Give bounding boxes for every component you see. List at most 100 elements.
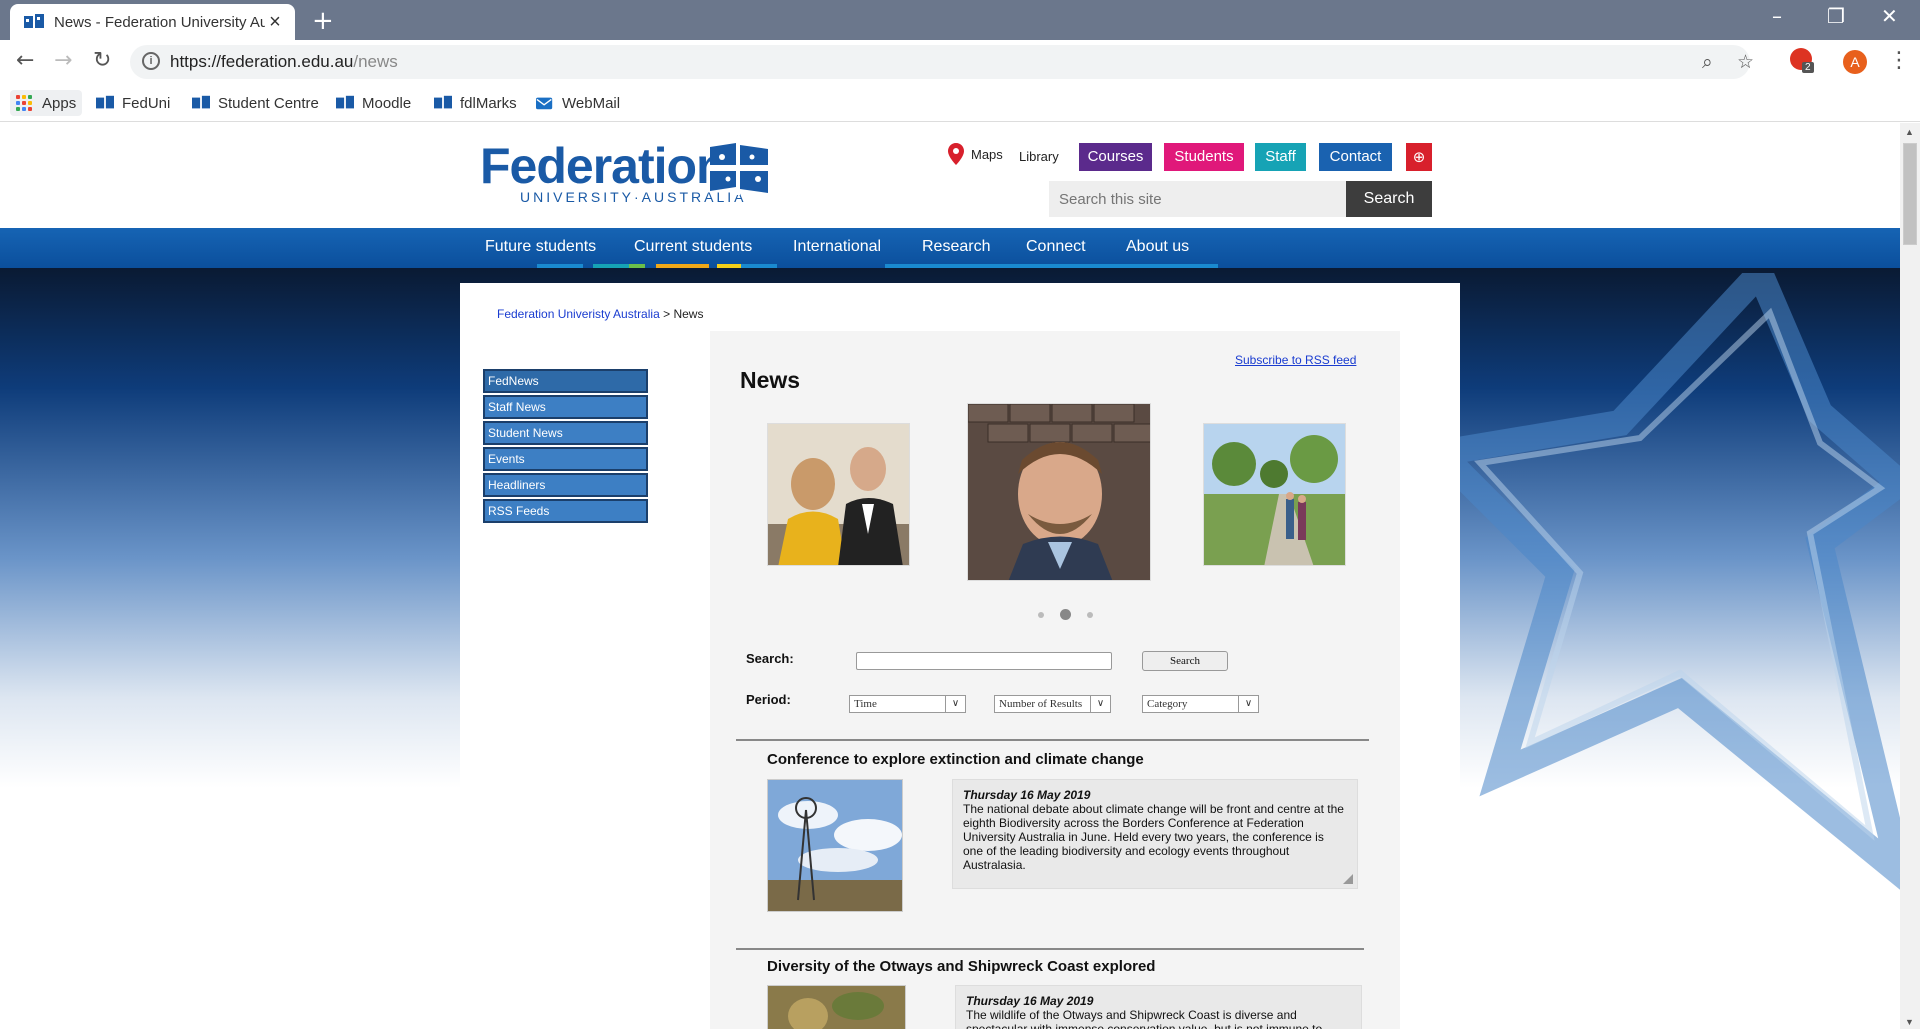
southern-cross-flag-icon — [708, 143, 770, 195]
news-search-button[interactable]: Search — [1142, 651, 1228, 671]
staff-button[interactable]: Staff — [1255, 143, 1306, 171]
scroll-down-icon[interactable]: ▼ — [1905, 1017, 1914, 1027]
fed-favicon-icon — [192, 95, 210, 109]
page-title: News — [740, 367, 801, 393]
main-nav: Future students Current students Interna… — [0, 228, 1900, 268]
article-title[interactable]: Conference to explore extinction and cli… — [767, 751, 1144, 768]
side-nav: FedNews Staff News Student News Events H… — [483, 369, 648, 525]
back-icon[interactable]: ← — [16, 48, 34, 73]
article-thumbnail[interactable] — [767, 779, 903, 912]
nav-current-students[interactable]: Current students — [634, 238, 752, 256]
breadcrumb: Federation Univeristy Australia > News — [497, 307, 703, 321]
close-window-icon[interactable]: ✕ — [1881, 4, 1898, 28]
bookmark-fdlmarks[interactable]: fdlMarks — [434, 90, 517, 116]
restore-icon[interactable]: ❐ — [1827, 4, 1845, 28]
sidenav-staff-news[interactable]: Staff News — [483, 395, 648, 419]
bookmark-student-centre[interactable]: Student Centre — [192, 90, 319, 116]
chevron-down-icon: ∨ — [945, 696, 965, 712]
zoom-icon[interactable]: ⌕ — [1702, 51, 1713, 73]
url-path: /news — [353, 52, 398, 71]
fed-favicon-icon — [336, 95, 354, 109]
windmill-photo — [768, 780, 902, 911]
bookmark-feduni[interactable]: FedUni — [96, 90, 170, 116]
mail-icon — [536, 97, 553, 110]
new-tab-button[interactable]: + — [312, 6, 334, 36]
sidenav-headliners[interactable]: Headliners — [483, 473, 648, 497]
browser-toolbar: ← → ↻ i https://federation.edu.au/news ⌕… — [0, 40, 1920, 84]
news-panel: Subscribe to RSS feed News Search: Searc… — [710, 331, 1400, 1029]
browser-menu-icon[interactable]: ⋮ — [1888, 48, 1910, 73]
nav-future-students[interactable]: Future students — [485, 238, 596, 256]
carousel-dot[interactable] — [1087, 611, 1093, 618]
page-scrollbar[interactable]: ▲ ▼ — [1900, 123, 1920, 1029]
bookmark-apps[interactable]: Apps — [10, 90, 83, 116]
resize-grip-icon[interactable] — [1343, 874, 1353, 884]
sidenav-fednews[interactable]: FedNews — [483, 369, 648, 393]
reload-icon[interactable]: ↻ — [93, 48, 111, 73]
divider — [736, 948, 1364, 950]
nav-research[interactable]: Research — [922, 238, 990, 256]
results-select[interactable]: Number of Results ∨ — [994, 695, 1111, 713]
category-select[interactable]: Category ∨ — [1142, 695, 1259, 713]
library-link[interactable]: Library — [1019, 149, 1059, 164]
globe-icon[interactable]: ⊕ — [1406, 143, 1432, 171]
logo-subtitle: UNIVERSITY·AUSTRALIA — [520, 189, 747, 205]
carousel-photo — [1204, 424, 1345, 565]
carousel-photo — [768, 424, 909, 565]
fed-favicon-icon — [96, 95, 114, 109]
breadcrumb-root[interactable]: Federation Univeristy Australia — [497, 307, 660, 321]
site-search-button[interactable]: Search — [1346, 181, 1432, 217]
time-select[interactable]: Time ∨ — [849, 695, 966, 713]
news-search-input[interactable] — [856, 652, 1112, 670]
chevron-down-icon: ∨ — [1238, 696, 1258, 712]
maps-link[interactable]: Maps — [948, 143, 1003, 165]
bookmark-moodle[interactable]: Moodle — [336, 90, 411, 116]
scrollbar-thumb[interactable] — [1903, 143, 1917, 245]
content-card: Federation Univeristy Australia > News F… — [460, 283, 1460, 1029]
minimize-icon[interactable]: – — [1772, 4, 1782, 28]
article-summary: Thursday 16 May 2019 The wildlife of the… — [955, 985, 1362, 1029]
nav-connect[interactable]: Connect — [1026, 238, 1086, 256]
profile-avatar[interactable]: A — [1843, 50, 1867, 74]
divider — [736, 739, 1369, 741]
carousel-image-3[interactable] — [1203, 423, 1346, 566]
article-date: Thursday 16 May 2019 — [963, 788, 1091, 802]
site-search-input[interactable] — [1049, 181, 1346, 217]
browser-tab[interactable]: News - Federation University Aus × — [10, 4, 295, 40]
browser-tab-bar: News - Federation University Aus × + – ❐… — [0, 0, 1920, 40]
carousel-image-2[interactable] — [967, 403, 1151, 581]
contact-button[interactable]: Contact — [1319, 143, 1392, 171]
sidenav-events[interactable]: Events — [483, 447, 648, 471]
article-text: The national debate about climate change… — [963, 802, 1344, 872]
maps-label: Maps — [971, 146, 1003, 162]
fed-logo[interactable]: Federation UNIVERSITY·AUSTRALIA — [480, 141, 746, 205]
students-button[interactable]: Students — [1164, 143, 1244, 171]
bookmark-webmail[interactable]: WebMail — [536, 90, 620, 116]
nav-international[interactable]: International — [793, 238, 881, 256]
article-text: The wildlife of the Otways and Shipwreck… — [966, 1008, 1323, 1029]
sidenav-student-news[interactable]: Student News — [483, 421, 648, 445]
close-tab-icon[interactable]: × — [265, 11, 285, 34]
carousel-image-1[interactable] — [767, 423, 910, 566]
carousel-dot-active[interactable] — [1060, 609, 1071, 620]
select-value: Category — [1147, 698, 1188, 710]
article-title[interactable]: Diversity of the Otways and Shipwreck Co… — [767, 958, 1155, 975]
nav-about-us[interactable]: About us — [1126, 238, 1189, 256]
chevron-down-icon: ∨ — [1090, 696, 1110, 712]
fed-favicon-icon — [24, 14, 44, 28]
article-thumbnail[interactable] — [767, 985, 906, 1029]
carousel-dot[interactable] — [1038, 611, 1044, 618]
site-info-icon[interactable]: i — [142, 52, 160, 70]
bookmark-label: Student Centre — [218, 94, 319, 112]
bookmark-label: FedUni — [122, 94, 171, 112]
bookmark-star-icon[interactable]: ☆ — [1737, 51, 1754, 73]
scroll-up-icon[interactable]: ▲ — [1905, 127, 1914, 137]
fed-favicon-icon — [434, 95, 452, 109]
rss-subscribe-link[interactable]: Subscribe to RSS feed — [1235, 353, 1356, 367]
courses-button[interactable]: Courses — [1079, 143, 1152, 171]
period-label: Period: — [746, 692, 791, 707]
sidenav-rss-feeds[interactable]: RSS Feeds — [483, 499, 648, 523]
address-bar[interactable]: i https://federation.edu.au/news ⌕ ☆ — [130, 45, 1754, 79]
forward-icon[interactable]: → — [54, 48, 72, 73]
logo-wordmark: Federation — [480, 138, 727, 194]
